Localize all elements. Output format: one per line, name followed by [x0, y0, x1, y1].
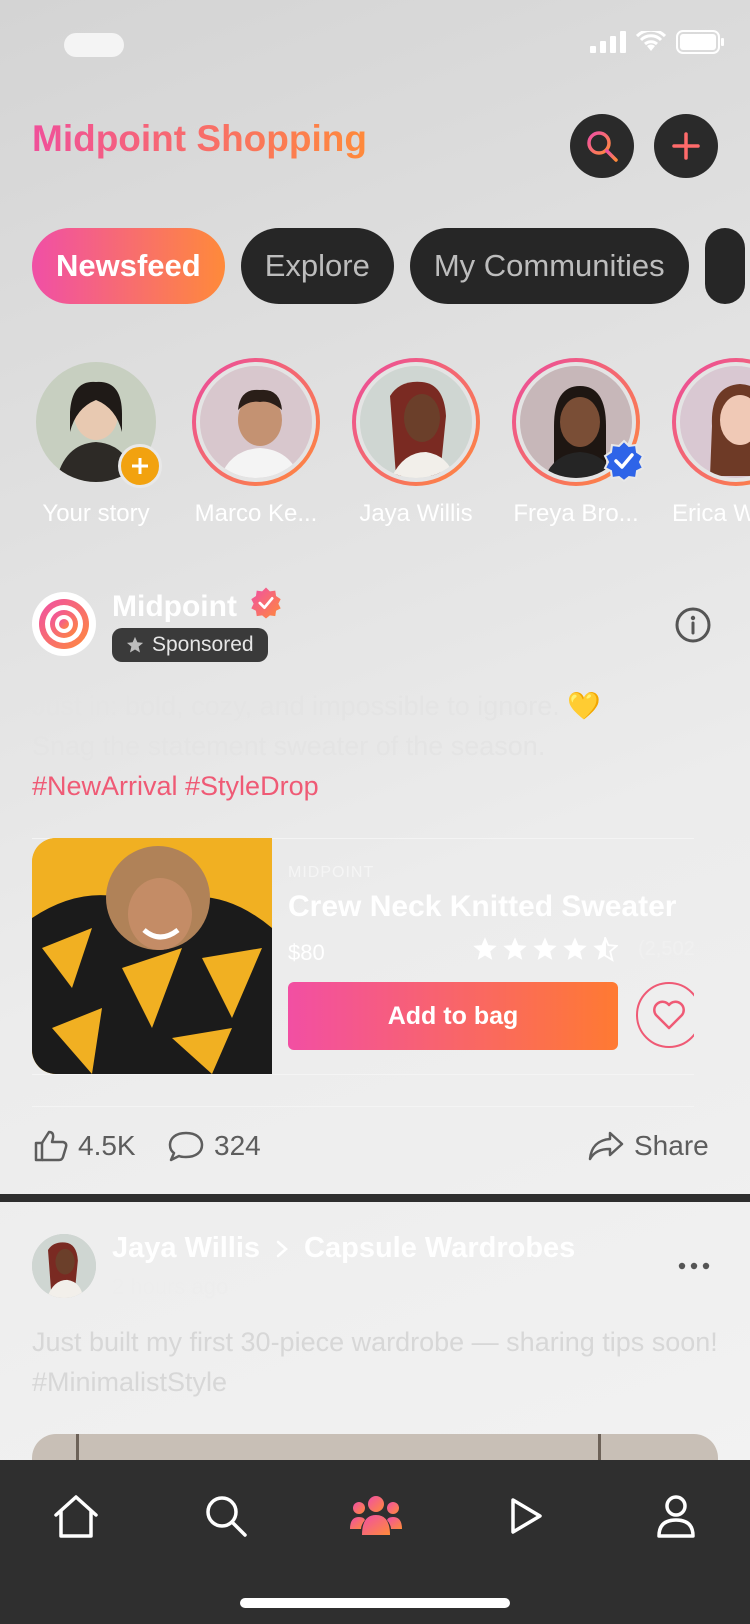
search-button[interactable]	[570, 114, 634, 178]
verified-badge	[602, 439, 646, 488]
divider	[32, 1106, 694, 1107]
status-icons	[590, 30, 724, 54]
avatar	[356, 362, 476, 482]
add-to-bag-button[interactable]: Add to bag	[288, 982, 618, 1050]
favorite-button[interactable]	[636, 982, 694, 1048]
tab-explore[interactable]: Explore	[240, 228, 394, 304]
search-icon	[587, 131, 618, 162]
battery-icon	[676, 30, 724, 54]
more-horizontal-icon	[678, 1262, 710, 1270]
signal-icon	[590, 31, 626, 53]
play-icon	[511, 1498, 542, 1534]
info-button[interactable]	[674, 606, 712, 649]
tab-my-communities[interactable]: My Communities	[409, 228, 689, 304]
heart-icon	[653, 1000, 685, 1030]
add-story-badge[interactable]	[118, 444, 162, 488]
post-timestamp: 2 hours ago	[112, 1274, 229, 1299]
feed-tabs: Newsfeed Explore My Communities	[32, 228, 745, 304]
story-name: Your story	[42, 500, 150, 527]
product-brand: MIDPOINT	[288, 864, 375, 881]
half-star-icon	[593, 936, 618, 962]
like-count: 4.5K	[78, 1130, 136, 1161]
product-card[interactable]: MIDPOINT Crew Neck Knitted Sweater $80 (…	[32, 838, 694, 1074]
product-title[interactable]: Crew Neck Knitted Sweater	[288, 890, 676, 924]
post-caption: Just in: bold, cozy, and impossible to i…	[32, 686, 692, 806]
avatar	[196, 362, 316, 482]
thumbs-up-icon	[34, 1130, 68, 1162]
tab-newsfeed[interactable]: Newsfeed	[32, 228, 225, 304]
author-name[interactable]: Jaya Willis	[112, 1232, 260, 1265]
avatar[interactable]	[32, 1234, 96, 1298]
product-info: MIDPOINT Crew Neck Knitted Sweater $80 (…	[288, 838, 694, 1074]
wifi-icon	[636, 31, 666, 51]
nav-search[interactable]	[194, 1484, 258, 1548]
story-jaya[interactable]: Jaya Willis	[346, 358, 486, 528]
nav-communities[interactable]	[344, 1484, 408, 1548]
star-icon	[126, 636, 144, 653]
verified-icon	[603, 439, 645, 483]
user-icon	[657, 1495, 695, 1538]
star-icon	[503, 937, 527, 960]
home-indicator	[240, 1598, 510, 1608]
comment-icon	[168, 1131, 204, 1162]
community-name[interactable]: Capsule Wardrobes	[304, 1232, 575, 1265]
share-icon	[588, 1131, 624, 1161]
product-price: $80	[288, 940, 325, 965]
more-options-button[interactable]	[678, 1258, 710, 1276]
section-divider	[0, 1194, 750, 1202]
tab-overflow[interactable]	[704, 228, 745, 304]
status-pill	[64, 33, 124, 57]
app-title: Midpoint Shopping	[32, 118, 367, 159]
share-label: Share	[634, 1130, 709, 1161]
story-name: Jaya Willis	[359, 500, 473, 527]
star-icon	[563, 937, 587, 960]
brand-name[interactable]: Midpoint	[112, 586, 283, 624]
story-freya[interactable]: Freya Bro...	[506, 358, 646, 528]
story-erica[interactable]: Erica W	[666, 358, 750, 528]
create-button[interactable]	[654, 114, 718, 178]
plus-icon	[672, 132, 700, 160]
rating-stars: (2,502)	[472, 936, 694, 962]
sponsored-badge: Sponsored	[112, 628, 268, 662]
share-button[interactable]: Share	[588, 1130, 709, 1162]
nav-videos[interactable]	[494, 1484, 558, 1548]
like-button[interactable]: 4.5K	[34, 1130, 136, 1162]
product-image[interactable]	[32, 838, 272, 1074]
story-marco[interactable]: Marco Ke...	[186, 358, 326, 528]
story-name: Erica W	[672, 500, 750, 527]
hashtags[interactable]: #NewArrival #StyleDrop	[32, 766, 692, 806]
bottom-nav	[0, 1460, 750, 1624]
star-icon	[533, 937, 557, 960]
divider	[32, 1074, 694, 1075]
story-your-story[interactable]: Your story	[26, 358, 166, 528]
star-icon	[473, 937, 497, 960]
home-icon	[54, 1495, 98, 1538]
verified-icon	[251, 587, 281, 619]
info-icon	[675, 607, 711, 643]
nav-home[interactable]	[44, 1484, 108, 1548]
plus-icon	[132, 458, 148, 474]
chevron-right-icon	[276, 1240, 288, 1257]
story-name: Marco Ke...	[194, 500, 318, 527]
people-icon	[350, 1496, 402, 1535]
target-logo-icon	[39, 599, 89, 649]
comment-button[interactable]: 324	[168, 1130, 261, 1162]
post-caption: Just built my first 30-piece wardrobe — …	[32, 1327, 718, 1397]
avatar	[676, 362, 750, 482]
story-name: Freya Bro...	[513, 500, 639, 527]
comment-count: 324	[214, 1130, 261, 1161]
nav-profile[interactable]	[644, 1484, 708, 1548]
rating-count: (2,502)	[638, 937, 694, 960]
brand-logo[interactable]	[32, 592, 96, 656]
post-author-line: Jaya Willis Capsule Wardrobes	[112, 1232, 575, 1265]
search-icon	[206, 1496, 247, 1537]
